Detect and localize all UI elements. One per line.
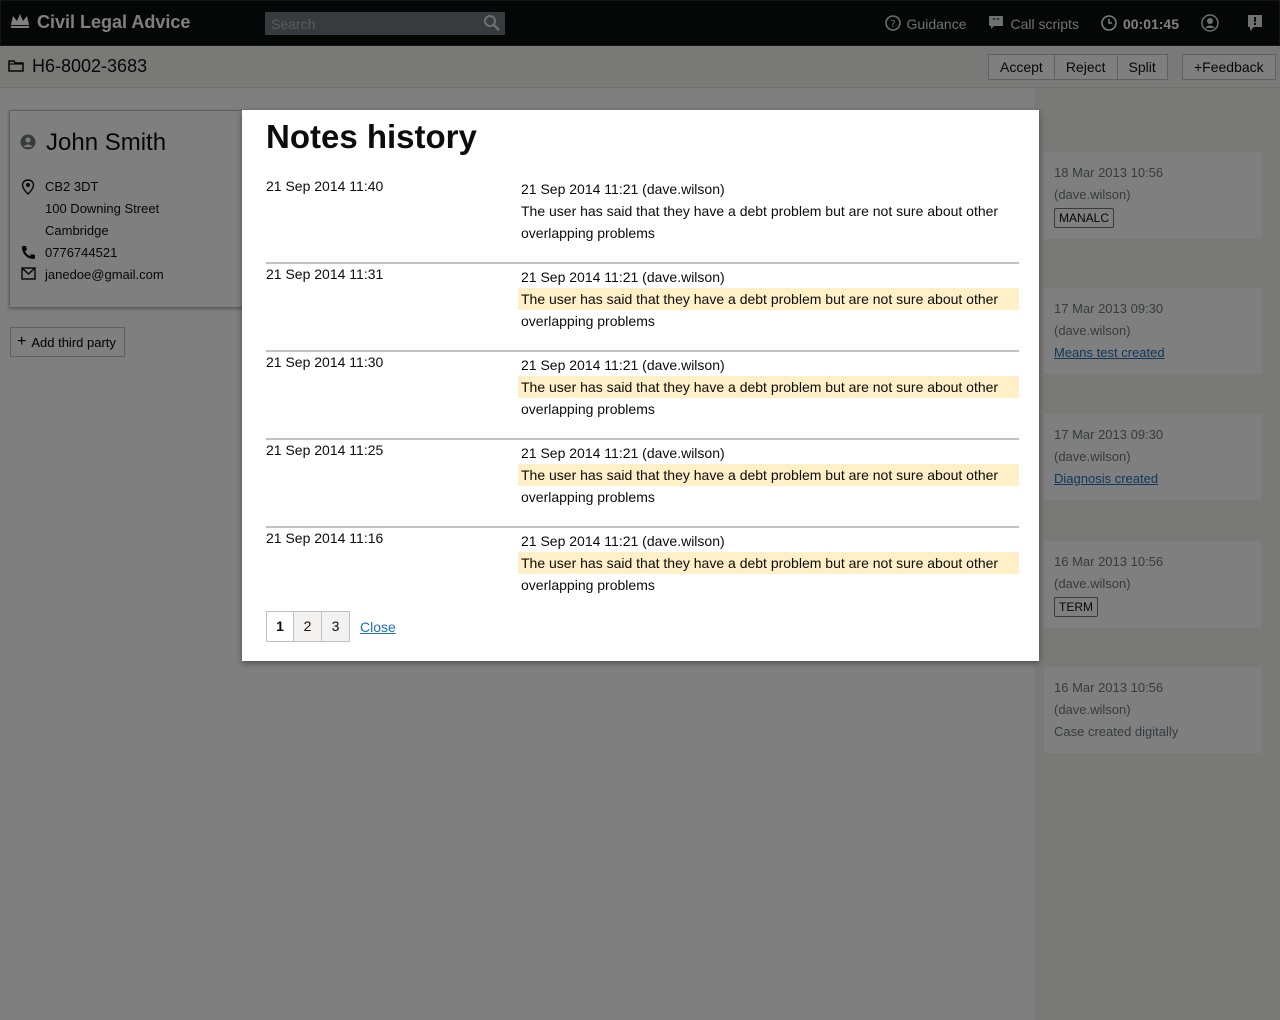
note-body: 21 Sep 2014 11:21 (dave.wilson) The user… <box>518 442 1019 508</box>
note-date: 21 Sep 2014 11:16 <box>266 530 384 546</box>
note-text-line: overlapping problems <box>521 577 655 593</box>
pagination: 1 2 3 Close <box>266 611 396 642</box>
note-date: 21 Sep 2014 11:30 <box>266 354 384 370</box>
note-row: 21 Sep 2014 11:25 21 Sep 2014 11:21 (dav… <box>266 440 1019 528</box>
page-2-button[interactable]: 2 <box>294 611 322 642</box>
note-text-line: overlapping problems <box>521 401 655 417</box>
page-1-button[interactable]: 1 <box>266 611 294 642</box>
note-text-line-highlighted: The user has said that they have a debt … <box>518 464 1019 486</box>
note-meta: 21 Sep 2014 11:21 (dave.wilson) <box>521 269 725 285</box>
note-text-line-highlighted: The user has said that they have a debt … <box>518 552 1019 574</box>
note-date: 21 Sep 2014 11:40 <box>266 178 384 194</box>
note-meta: 21 Sep 2014 11:21 (dave.wilson) <box>521 445 725 461</box>
note-body: 21 Sep 2014 11:21 (dave.wilson) The user… <box>518 354 1019 420</box>
note-meta: 21 Sep 2014 11:21 (dave.wilson) <box>521 181 725 197</box>
close-link[interactable]: Close <box>360 619 396 635</box>
modal-title: Notes history <box>266 118 477 155</box>
note-row: 21 Sep 2014 11:31 21 Sep 2014 11:21 (dav… <box>266 264 1019 352</box>
note-date: 21 Sep 2014 11:31 <box>266 266 384 282</box>
notes-history-modal: Notes history 21 Sep 2014 11:40 21 Sep 2… <box>242 110 1039 661</box>
note-text-line: overlapping problems <box>521 313 655 329</box>
note-body: 21 Sep 2014 11:21 (dave.wilson) The user… <box>518 530 1019 596</box>
note-body: 21 Sep 2014 11:21 (dave.wilson) The user… <box>521 178 1019 244</box>
note-text-line-highlighted: The user has said that they have a debt … <box>518 376 1019 398</box>
note-row: 21 Sep 2014 11:30 21 Sep 2014 11:21 (dav… <box>266 352 1019 440</box>
note-meta: 21 Sep 2014 11:21 (dave.wilson) <box>521 533 725 549</box>
note-meta: 21 Sep 2014 11:21 (dave.wilson) <box>521 357 725 373</box>
note-row: 21 Sep 2014 11:40 21 Sep 2014 11:21 (dav… <box>266 176 1019 264</box>
note-text-line: The user has said that they have a debt … <box>521 203 999 219</box>
page-3-button[interactable]: 3 <box>322 611 350 642</box>
note-text-line: overlapping problems <box>521 225 655 241</box>
note-body: 21 Sep 2014 11:21 (dave.wilson) The user… <box>518 266 1019 332</box>
note-row: 21 Sep 2014 11:16 21 Sep 2014 11:21 (dav… <box>266 528 1019 616</box>
note-text-line-highlighted: The user has said that they have a debt … <box>518 288 1019 310</box>
note-text-line: overlapping problems <box>521 489 655 505</box>
notes-list: 21 Sep 2014 11:40 21 Sep 2014 11:21 (dav… <box>266 176 1019 616</box>
note-date: 21 Sep 2014 11:25 <box>266 442 384 458</box>
